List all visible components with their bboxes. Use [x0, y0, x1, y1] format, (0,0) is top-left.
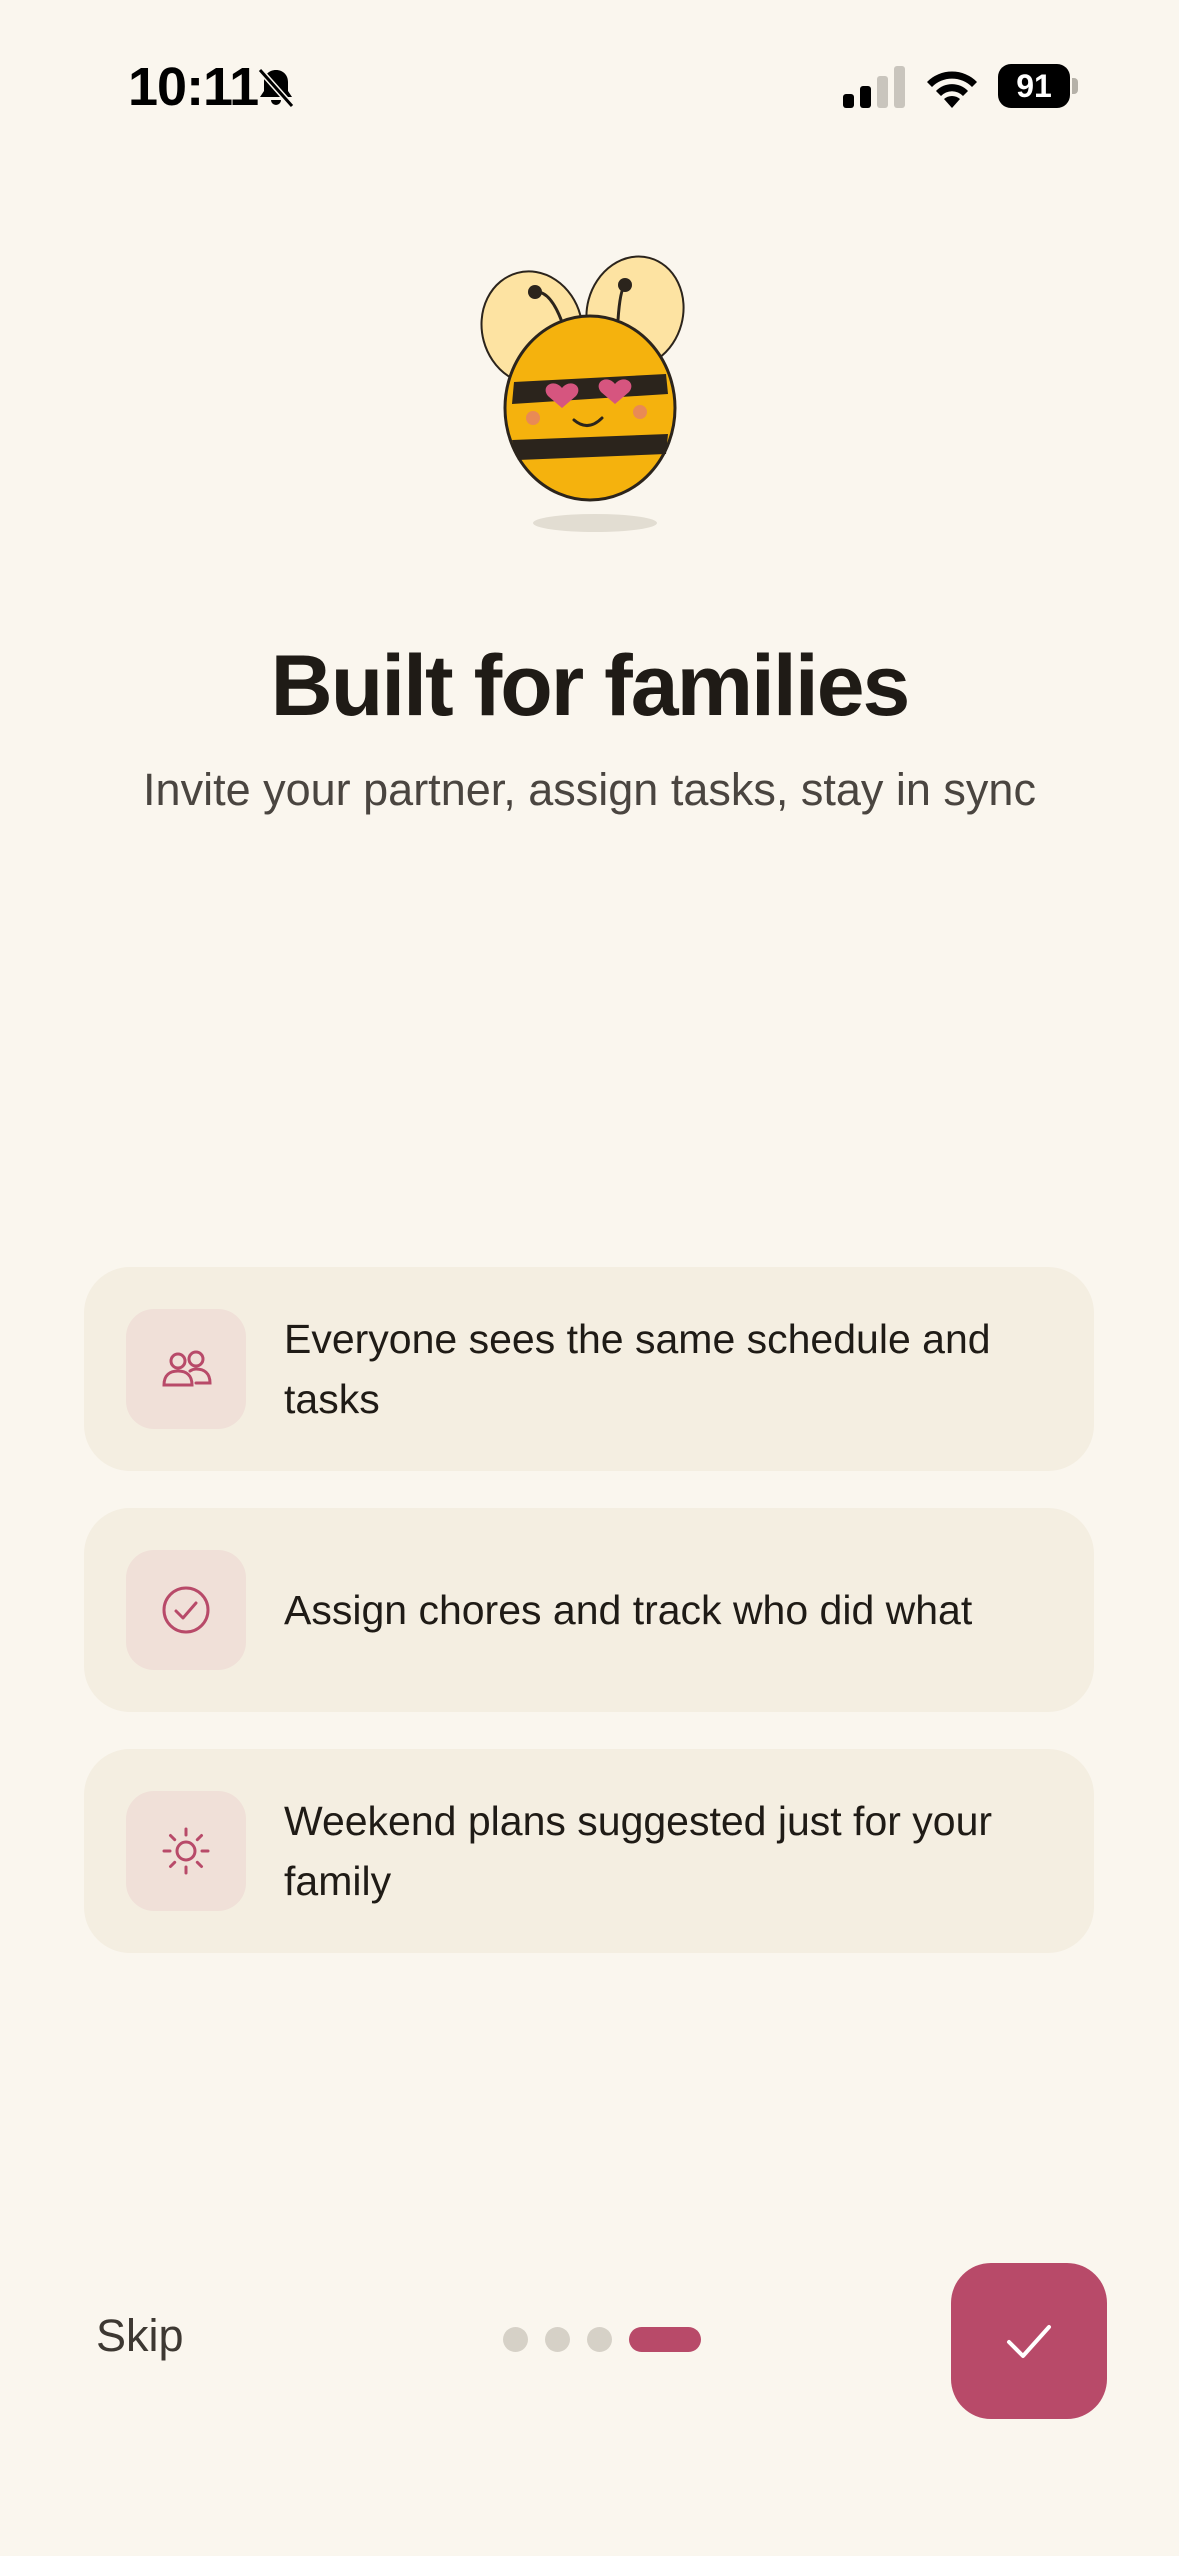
checkmark-icon [1007, 2325, 1051, 2358]
skip-button[interactable]: Skip [96, 2310, 184, 2362]
page-dot [587, 2327, 612, 2352]
status-time: 10:11 [128, 57, 259, 117]
feature-icon-tile [126, 1791, 246, 1911]
feature-card-shared-schedule: Everyone sees the same schedule and task… [84, 1267, 1094, 1471]
bee-mascot-icon [480, 255, 685, 532]
feature-icon-tile [126, 1309, 246, 1429]
battery-icon: 91 [998, 64, 1080, 108]
bell-muted-icon [257, 68, 295, 108]
page-dot [545, 2327, 570, 2352]
page-indicator [500, 2327, 710, 2353]
check-circle-icon [162, 1586, 210, 1634]
feature-card-assign-chores: Assign chores and track who did what [84, 1508, 1094, 1712]
feature-card-weekend-plans: Weekend plans suggested just for your fa… [84, 1749, 1094, 1953]
cellular-signal-icon [843, 66, 905, 108]
page-dot-active [629, 2327, 701, 2352]
sun-icon [162, 1827, 210, 1875]
wifi-icon [927, 71, 977, 108]
feature-text: Everyone sees the same schedule and task… [284, 1316, 991, 1422]
battery-level: 91 [998, 64, 1070, 108]
battery-nub [1072, 78, 1078, 94]
page-title: Built for families [270, 638, 911, 734]
status-bar: 10:11 91 [0, 0, 1179, 170]
people-icon [162, 1350, 212, 1387]
page-subtitle: Invite your partner, assign tasks, stay … [143, 764, 1036, 815]
page-dot [503, 2327, 528, 2352]
finish-button[interactable] [951, 2263, 1107, 2419]
feature-text: Assign chores and track who did what [284, 1587, 973, 1633]
feature-text: Weekend plans suggested just for your fa… [284, 1798, 993, 1904]
feature-icon-tile [126, 1550, 246, 1670]
